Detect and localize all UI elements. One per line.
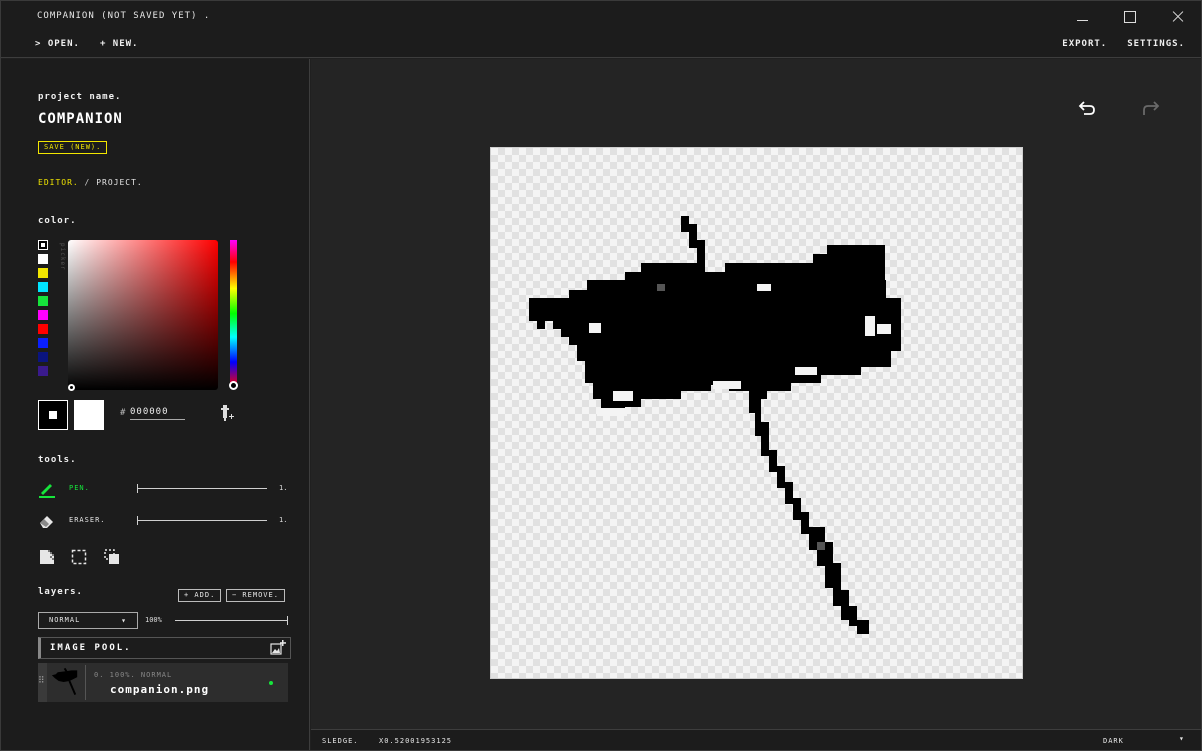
breadcrumb: EDITOR. / PROJECT. <box>38 178 143 187</box>
export-menu-item[interactable]: EXPORT. <box>1062 39 1107 49</box>
artwork-hole <box>713 381 741 389</box>
layer-visible-indicator[interactable] <box>269 681 273 685</box>
selection-icon[interactable] <box>71 549 87 565</box>
canvas-area <box>311 59 1201 729</box>
color-swatch[interactable] <box>38 296 48 306</box>
color-label: color. <box>38 216 77 226</box>
new-menu-item[interactable]: + NEW. <box>100 39 139 49</box>
pen-tool-row[interactable]: PEN. 1. <box>38 480 293 498</box>
layer-item[interactable]: 0. 100%. NORMAL companion.png <box>38 663 288 702</box>
remove-layer-button[interactable]: − REMOVE. <box>226 589 285 602</box>
pen-size-value: 1. <box>279 484 288 492</box>
artwork-body <box>529 245 901 415</box>
color-swatch[interactable] <box>38 338 48 348</box>
eyedropper-icon[interactable] <box>218 404 236 422</box>
color-swatch[interactable] <box>38 254 48 264</box>
layer-thumbnail <box>48 665 86 700</box>
project-name-label: project name. <box>38 92 122 102</box>
tools-label: tools. <box>38 455 77 465</box>
layers-label: layers. <box>38 587 83 597</box>
maximize-icon[interactable] <box>1118 7 1142 27</box>
breadcrumb-separator: / <box>84 178 91 187</box>
artwork-hole <box>613 391 633 401</box>
color-swatch[interactable] <box>38 366 48 376</box>
color-swatch[interactable] <box>38 324 48 334</box>
theme-select[interactable]: DARK <box>1103 737 1124 745</box>
add-layer-button[interactable]: + ADD. <box>178 589 222 602</box>
project-name[interactable]: COMPANION <box>38 111 123 127</box>
eraser-size-slider[interactable] <box>137 516 267 525</box>
pen-label: PEN. <box>69 484 90 492</box>
window-title: COMPANION (NOT SAVED YET) . <box>37 11 211 21</box>
artwork-hole <box>589 323 601 333</box>
fill-icon[interactable] <box>39 549 55 565</box>
image-pool-header[interactable]: IMAGE POOL. <box>38 637 291 659</box>
menu-right: EXPORT. SETTINGS. <box>1062 39 1185 49</box>
artwork-hole <box>757 284 771 291</box>
title-bar: COMPANION (NOT SAVED YET) . > OPEN. + NE… <box>1 1 1201 58</box>
hex-input[interactable] <box>130 405 185 420</box>
add-image-icon[interactable] <box>270 640 286 656</box>
drawing-canvas[interactable] <box>490 147 1023 679</box>
secondary-color[interactable] <box>74 400 104 430</box>
color-swatch[interactable] <box>38 268 48 278</box>
status-zoom: X0.52001953125 <box>379 737 453 745</box>
color-swatch[interactable] <box>38 282 48 292</box>
artwork-hole <box>877 324 891 334</box>
open-menu-item[interactable]: > OPEN. <box>35 39 80 49</box>
eraser-size-value: 1. <box>279 516 288 524</box>
hex-hash: # <box>120 408 126 418</box>
color-swatches <box>38 240 48 380</box>
save-button[interactable]: SAVE (NEW). <box>38 141 108 154</box>
status-tool: SLEDGE. <box>322 737 359 745</box>
pixel-artwork <box>529 216 901 634</box>
hue-handle[interactable] <box>229 381 238 390</box>
pen-size-slider[interactable] <box>137 484 267 493</box>
layer-name: companion.png <box>110 683 210 696</box>
hue-slider[interactable] <box>229 240 238 390</box>
chevron-down-icon[interactable]: ▾ <box>1179 734 1184 743</box>
drag-handle-icon[interactable] <box>38 663 47 702</box>
opacity-value: 100% <box>145 616 162 624</box>
minimize-icon[interactable] <box>1071 7 1095 27</box>
image-pool-title: IMAGE POOL. <box>50 643 132 653</box>
color-swatch[interactable] <box>38 310 48 320</box>
picker-tag: picker <box>59 243 66 271</box>
status-bar: SLEDGE. X0.52001953125 DARK ▾ <box>311 729 1201 750</box>
settings-menu-item[interactable]: SETTINGS. <box>1127 39 1185 49</box>
color-swatch[interactable] <box>38 240 48 250</box>
artwork-dot <box>817 542 825 550</box>
opacity-slider[interactable] <box>175 616 288 625</box>
color-swatch[interactable] <box>38 352 48 362</box>
artwork-hole <box>597 408 627 416</box>
artwork-hole <box>865 316 875 336</box>
eraser-tool-row[interactable]: ERASER. 1. <box>38 512 293 530</box>
pen-icon[interactable] <box>38 480 56 498</box>
close-icon[interactable] <box>1166 7 1190 27</box>
artwork-dot <box>657 284 665 291</box>
menu-left: > OPEN. + NEW. <box>35 39 138 49</box>
layer-meta: 0. 100%. NORMAL <box>94 671 173 679</box>
sv-handle[interactable] <box>68 384 75 391</box>
tab-project[interactable]: PROJECT. <box>96 178 143 187</box>
eraser-icon[interactable] <box>38 512 56 530</box>
artwork-hole <box>795 367 817 375</box>
blend-mode-select[interactable]: NORMAL <box>38 612 138 629</box>
undo-icon[interactable] <box>1077 98 1097 118</box>
primary-color[interactable] <box>38 400 68 430</box>
stamp-icon[interactable] <box>104 549 120 565</box>
eraser-label: ERASER. <box>69 516 106 524</box>
redo-icon[interactable] <box>1141 98 1161 118</box>
artwork-handle <box>749 391 869 634</box>
app-window: COMPANION (NOT SAVED YET) . > OPEN. + NE… <box>0 0 1202 751</box>
saturation-value-picker[interactable] <box>68 240 218 391</box>
sidebar: project name. COMPANION SAVE (NEW). EDIT… <box>1 59 310 750</box>
artwork-antenna <box>681 216 705 263</box>
tab-editor[interactable]: EDITOR. <box>38 178 79 187</box>
